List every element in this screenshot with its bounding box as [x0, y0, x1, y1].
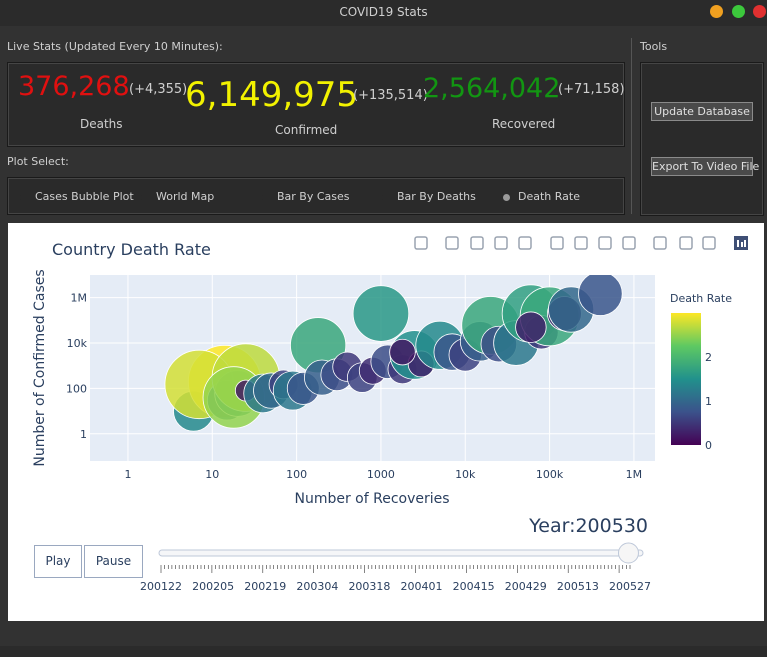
recovered-caption: Recovered [492, 117, 556, 131]
lasso-icon[interactable] [518, 236, 532, 250]
radio-dot-icon [141, 193, 148, 201]
y-tick-label: 10k [67, 337, 88, 350]
y-axis-label: Number of Confirmed Cases [32, 269, 48, 466]
y-tick-label: 100 [66, 382, 87, 395]
year-label: Year:200530 [528, 515, 648, 537]
slider-tick-label: 200415 [453, 580, 495, 593]
radio-dot-icon [503, 193, 510, 201]
deaths-value: 376,268 [18, 71, 130, 102]
close-button[interactable] [753, 5, 766, 18]
radio-bar-by-cases[interactable]: Bar By Cases [262, 190, 350, 203]
year-slider-handle[interactable] [617, 542, 639, 564]
bubble-point[interactable] [389, 338, 416, 366]
radio-label: World Map [156, 190, 215, 203]
radio-bar-by-deaths[interactable]: Bar By Deaths [382, 190, 476, 203]
plot-select-label: Plot Select: [7, 155, 69, 168]
slider-tick-label: 200318 [348, 580, 390, 593]
spike-icon[interactable] [653, 236, 667, 250]
x-tick-label: 1 [124, 468, 131, 481]
bubble-point[interactable] [578, 272, 623, 316]
slider-tick-label: 200527 [609, 580, 651, 593]
confirmed-value: 6,149,975 [185, 75, 359, 115]
slider-tick-label: 200513 [557, 580, 599, 593]
slider-tick-label: 200401 [401, 580, 443, 593]
radio-label: Bar By Deaths [397, 190, 476, 203]
zoom-in-icon[interactable] [550, 236, 564, 250]
pause-button[interactable]: Pause [84, 545, 143, 578]
bubble-point[interactable] [352, 285, 410, 342]
hover-closest-icon[interactable] [679, 236, 693, 250]
chart-title: Country Death Rate [52, 240, 211, 259]
slider-tick-label: 200304 [296, 580, 338, 593]
radio-label: Cases Bubble Plot [35, 190, 134, 203]
zoom-out-icon[interactable] [574, 236, 588, 250]
deaths-delta: (+4,355) [129, 82, 188, 97]
radio-world-map[interactable]: World Map [141, 190, 214, 203]
colorbar-title: Death Rate [670, 292, 732, 305]
live-stats-label: Live Stats (Updated Every 10 Minutes): [7, 40, 223, 53]
tools-label: Tools [640, 40, 668, 53]
live-stats-panel: 376,268 (+4,355) Deaths 6,149,975 (+135,… [7, 62, 625, 147]
x-tick-label: 100 [286, 468, 307, 481]
bubble-point[interactable] [515, 311, 547, 343]
maximize-button[interactable] [732, 5, 745, 18]
x-tick-label: 1M [626, 468, 643, 481]
colorbar-tick-label: 1 [705, 395, 712, 408]
radio-dot-icon [20, 193, 27, 201]
play-button[interactable]: Play [34, 545, 82, 578]
window-title: COVID19 Stats [339, 5, 428, 19]
radio-label: Bar By Cases [277, 190, 350, 203]
plot-view: Country Death Rate 1 10 100 1000 10k 100k 1M 1… [8, 223, 764, 621]
x-tick-label: 10k [455, 468, 476, 481]
radio-dot-icon [262, 193, 269, 201]
slider-tick-label: 200429 [505, 580, 547, 593]
x-tick-label: 1000 [367, 468, 395, 481]
minimize-button[interactable] [710, 5, 723, 18]
y-tick-label: 1 [80, 428, 87, 441]
box-select-icon[interactable] [494, 236, 508, 250]
confirmed-delta: (+135,514) [353, 88, 428, 103]
home-icon[interactable] [622, 236, 636, 250]
export-video-button[interactable]: Export To Video File [651, 157, 759, 176]
colorbar-tick-label: 0 [705, 439, 712, 452]
radio-death-rate[interactable]: Death Rate [503, 190, 580, 203]
slider-tick-label: 200205 [192, 580, 234, 593]
plotly-logo-icon[interactable] [734, 236, 748, 250]
slider-tick-label: 200122 [140, 580, 182, 593]
tools-panel: Update Database Export To Video File [640, 62, 764, 216]
colorbar [671, 313, 701, 445]
x-tick-label: 10 [205, 468, 219, 481]
colorbar-tick-label: 2 [705, 351, 712, 364]
autoscale-icon[interactable] [598, 236, 612, 250]
tools-divider [631, 38, 632, 214]
year-slider-track[interactable] [158, 549, 644, 557]
radio-cases-bubble-plot[interactable]: Cases Bubble Plot [20, 190, 134, 203]
camera-icon[interactable] [414, 236, 428, 250]
y-tick-label: 1M [71, 292, 88, 305]
slider-tick-label: 200219 [244, 580, 286, 593]
recovered-value: 2,564,042 [423, 73, 561, 104]
radio-label: Death Rate [518, 190, 580, 203]
zoom-icon[interactable] [445, 236, 459, 250]
radio-dot-icon [382, 193, 389, 201]
bottom-tool-strip [0, 646, 767, 657]
confirmed-caption: Confirmed [275, 123, 338, 137]
deaths-caption: Deaths [80, 117, 123, 131]
update-database-button[interactable]: Update Database [651, 102, 753, 121]
x-axis-label: Number of Recoveries [294, 491, 449, 507]
recovered-delta: (+71,158) [558, 82, 625, 97]
x-tick-label: 100k [536, 468, 564, 481]
pan-icon[interactable] [470, 236, 484, 250]
hover-compare-icon[interactable] [702, 236, 716, 250]
title-bar: COVID19 Stats [0, 0, 767, 26]
